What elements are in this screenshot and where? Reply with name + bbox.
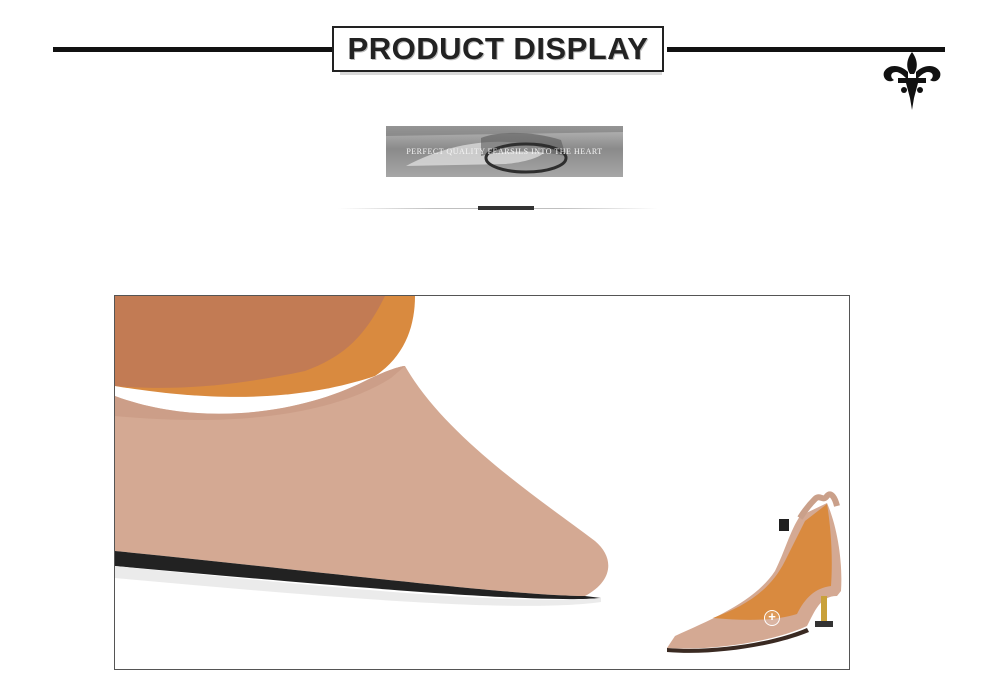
zoom-plus-icon[interactable]: +	[764, 610, 780, 626]
divider-accent	[478, 206, 534, 210]
shoe-full-view	[667, 491, 842, 653]
banner-image: PERFECT QUALITY FEARSILS INTO THE HEART	[386, 126, 623, 177]
fleur-de-lis-icon	[883, 52, 941, 110]
shoe-illustration	[115, 296, 842, 653]
banner-motto: PERFECT QUALITY FEARSILS INTO THE HEART	[406, 147, 603, 156]
page-title: PRODUCT DISPLAY	[347, 31, 649, 66]
header-rule-left	[53, 47, 333, 52]
title-box: PRODUCT DISPLAY	[332, 26, 664, 72]
product-photo[interactable]	[114, 295, 850, 670]
